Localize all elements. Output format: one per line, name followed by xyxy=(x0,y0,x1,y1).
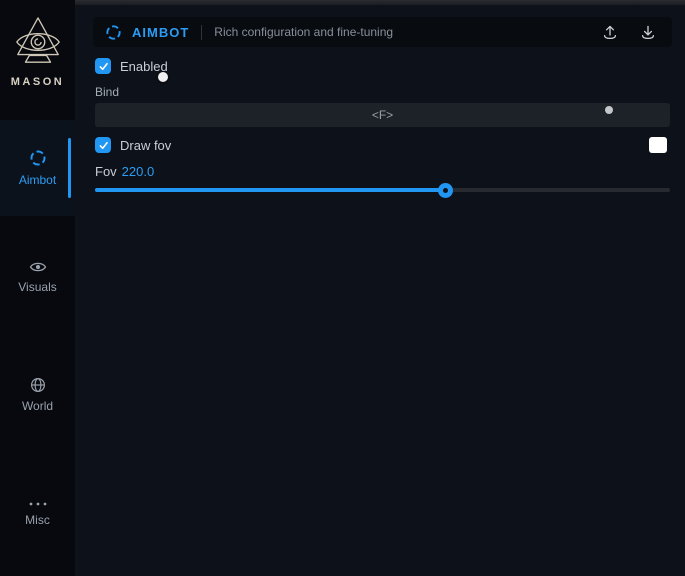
header-divider xyxy=(201,25,202,40)
fov-label: Fov xyxy=(95,164,117,179)
page-header: AIMBOT Rich configuration and fine-tunin… xyxy=(93,17,672,47)
draw-fov-checkbox[interactable] xyxy=(95,137,111,153)
sidebar: MASON Aimbot Visuals W xyxy=(0,0,75,576)
sidebar-item-label: Misc xyxy=(25,513,50,527)
crosshair-icon xyxy=(105,24,122,41)
download-config-button[interactable] xyxy=(636,22,660,42)
enabled-row: Enabled xyxy=(95,58,168,74)
sidebar-item-label: Visuals xyxy=(18,280,56,294)
sidebar-item-aimbot[interactable]: Aimbot xyxy=(0,120,75,216)
sidebar-item-world[interactable]: World xyxy=(0,355,75,435)
fov-slider[interactable] xyxy=(95,182,670,198)
enabled-checkbox[interactable] xyxy=(95,58,111,74)
draw-fov-row: Draw fov xyxy=(95,137,171,153)
sidebar-item-misc[interactable]: Misc xyxy=(0,474,75,554)
eye-icon xyxy=(29,260,47,274)
cursor-dot xyxy=(605,106,613,114)
pyramid-eye-logo-icon xyxy=(14,16,62,68)
fov-value: 220.0 xyxy=(122,164,155,179)
fov-label-row: Fov 220.0 xyxy=(95,164,154,179)
brand-logo: MASON xyxy=(0,0,75,88)
check-icon xyxy=(98,61,109,72)
active-indicator xyxy=(68,138,71,198)
globe-icon xyxy=(30,377,46,393)
sidebar-item-visuals[interactable]: Visuals xyxy=(0,237,75,317)
bind-input[interactable]: <F> xyxy=(95,103,670,127)
draw-fov-label: Draw fov xyxy=(120,138,171,153)
upload-config-icon xyxy=(602,24,618,40)
brand-name: MASON xyxy=(0,76,75,88)
page-subtitle: Rich configuration and fine-tuning xyxy=(214,25,393,39)
upload-config-button[interactable] xyxy=(598,22,622,42)
cursor-dot xyxy=(158,72,168,82)
mason-menu-window: MASON Aimbot Visuals W xyxy=(0,0,685,576)
crosshair-icon xyxy=(29,149,47,167)
download-config-icon xyxy=(640,24,656,40)
bind-label: Bind xyxy=(95,85,119,99)
sidebar-item-label: Aimbot xyxy=(19,173,56,187)
fov-color-swatch[interactable] xyxy=(649,137,667,153)
fov-slider-handle[interactable] xyxy=(438,183,453,198)
page-title: AIMBOT xyxy=(132,25,189,40)
fov-slider-fill xyxy=(95,188,446,192)
sidebar-item-label: World xyxy=(22,399,53,413)
main-panel: AIMBOT Rich configuration and fine-tunin… xyxy=(75,0,685,576)
check-icon xyxy=(98,140,109,151)
ellipsis-icon xyxy=(28,501,48,507)
